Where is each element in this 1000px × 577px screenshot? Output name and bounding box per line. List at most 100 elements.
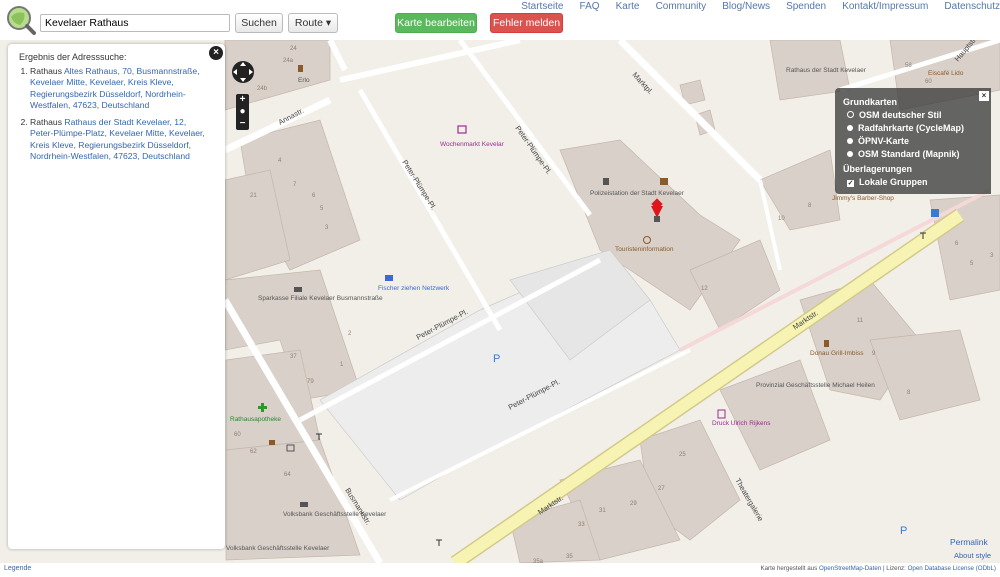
restaurant-icon	[824, 340, 829, 347]
radio-icon	[847, 111, 854, 118]
close-icon[interactable]: ×	[979, 91, 989, 101]
poi-label: Fischer ziehen Netzwerk	[378, 285, 450, 292]
attribution: Karte hergestellt aus OpenStreetMap-Date…	[760, 565, 996, 572]
poi-label: Provinzial Geschäftsstelle Michael Heile…	[756, 382, 875, 389]
permalink-link[interactable]: Permalink	[950, 537, 988, 547]
house-number: 31	[599, 508, 606, 514]
layer-option-label: OSM Standard (Mapnik)	[858, 149, 960, 159]
market-icon	[457, 125, 467, 134]
house-number: 62	[250, 449, 257, 455]
street-label: Peter-Plümpe-Pl.	[513, 124, 553, 176]
layer-option[interactable]: Radfahrkarte (CycleMap)	[847, 123, 964, 133]
poi-label: Jimmy's Barber-Shop	[832, 195, 894, 202]
odbl-link[interactable]: Open Database License (ODbL)	[908, 565, 996, 572]
result-type: Rathaus	[30, 117, 63, 128]
overlay-option[interactable]: ✓ Lokale Gruppen	[847, 177, 928, 187]
cafe-icon	[269, 440, 275, 445]
top-bar: Suchen Route ▾ Karte bearbeiten Fehler m…	[0, 0, 1000, 40]
legend-link[interactable]: Legende	[4, 565, 31, 572]
search-results-panel: Ergebnis der Adresssuche: × Rathaus Alte…	[8, 44, 225, 549]
checkbox-checked-icon: ✓	[847, 180, 854, 187]
base-layers-title: Grundkarten	[843, 97, 898, 107]
zoom-in-button[interactable]: +	[236, 94, 249, 106]
attribution-text: Karte hergestellt aus	[760, 565, 819, 572]
pan-control-icon[interactable]	[231, 60, 255, 84]
radio-icon	[847, 151, 853, 157]
house-number: 12	[701, 286, 708, 292]
poi-label: Sparkasse Filiale Kevelaer Busmannstraße	[258, 295, 383, 302]
nav-faq[interactable]: FAQ	[580, 1, 600, 12]
layer-option-label: ÖPNV-Karte	[858, 136, 910, 146]
overlay-layers-title: Überlagerungen	[843, 164, 913, 174]
parking-icon: P	[900, 525, 907, 537]
nav-startseite[interactable]: Startseite	[521, 1, 563, 12]
house-number: 24a	[283, 58, 294, 64]
poi-label: Rathausapotheke	[230, 416, 281, 423]
police-icon	[603, 178, 609, 185]
zoom-control: + ● −	[236, 94, 249, 130]
house-number: 11	[857, 318, 864, 324]
list-item: Rathaus Rathaus der Stadt Kevelaer, 12, …	[30, 117, 212, 162]
nav-datenschutz[interactable]: Datenschutz	[944, 1, 1000, 12]
house-number: 64	[284, 472, 291, 478]
search-input[interactable]	[40, 14, 230, 32]
fountain-icon	[385, 275, 393, 281]
toilets-icon	[660, 178, 668, 185]
route-dropdown-button[interactable]: Route ▾	[288, 13, 338, 33]
poi-label: Druck Ulrich Rijkens	[712, 420, 771, 427]
openstreetmap-logo[interactable]	[6, 5, 36, 35]
layer-option[interactable]: OSM Standard (Mapnik)	[847, 149, 960, 159]
house-number: 60	[925, 79, 932, 85]
house-number: 58	[905, 63, 912, 69]
poi-label: Erlo	[298, 77, 310, 84]
zoom-world-icon[interactable]: ●	[236, 106, 249, 118]
poi-label: Touristeninformation	[615, 246, 674, 253]
street-label: Peter-Plümpe-Pl.	[400, 158, 438, 211]
house-number: 79	[307, 379, 314, 385]
nav-karte[interactable]: Karte	[616, 1, 640, 12]
main-nav: Startseite FAQ Karte Community Blog/News…	[508, 0, 1000, 12]
poi-label: Rathaus der Stadt Kevelaer	[786, 67, 867, 74]
nav-spenden[interactable]: Spenden	[786, 1, 826, 12]
poi-label: Volksbank Geschäftsstelle Kevelaer	[283, 511, 387, 518]
edit-map-button[interactable]: Karte bearbeiten	[395, 13, 477, 33]
parking-icon: P	[493, 353, 500, 365]
house-number: 10	[778, 216, 785, 222]
house-number: 27	[658, 486, 665, 492]
layer-option-label: Radfahrkarte (CycleMap)	[858, 123, 965, 133]
result-type: Rathaus	[30, 66, 63, 76]
poi-label: Donau Grill-Imbiss	[810, 350, 864, 357]
layer-option[interactable]: OSM deutscher Stil	[847, 110, 942, 120]
radio-icon	[847, 138, 853, 144]
house-number: 37	[290, 354, 297, 360]
nav-community[interactable]: Community	[656, 1, 707, 12]
search-button[interactable]: Suchen	[235, 13, 283, 33]
house-number: 33	[578, 522, 585, 528]
list-item: Rathaus Altes Rathaus, 70, Busmannstraße…	[30, 66, 212, 111]
shop-icon	[717, 409, 726, 419]
bus-icon	[931, 209, 939, 217]
restaurant-icon	[298, 65, 303, 72]
nav-kontakt[interactable]: Kontakt/Impressum	[842, 1, 928, 12]
poi-label: Polizeistation der Stadt Kevelaer	[590, 190, 685, 197]
house-number: 35	[566, 554, 573, 560]
house-number: 60	[234, 432, 241, 438]
close-icon[interactable]: ×	[209, 46, 223, 60]
layer-option-label: OSM deutscher Stil	[859, 110, 942, 120]
zoom-out-button[interactable]: −	[236, 118, 249, 130]
sign-icon	[436, 539, 442, 546]
layer-option[interactable]: ÖPNV-Karte	[847, 136, 909, 146]
house-number: 29	[630, 501, 637, 507]
about-style-link[interactable]: About style	[954, 551, 991, 560]
poi-label: Wochenmarkt Kevelar	[440, 141, 505, 148]
house-number: 2	[348, 331, 352, 337]
nav-blog[interactable]: Blog/News	[722, 1, 770, 12]
house-number: 25	[679, 452, 686, 458]
layer-switcher: × Grundkarten OSM deutscher Stil Radfahr…	[835, 88, 991, 194]
house-number: 21	[250, 193, 257, 199]
report-error-button[interactable]: Fehler melden	[490, 13, 563, 33]
poi-label: Volksbank Geschäftsstelle Kevelaer	[226, 545, 330, 552]
house-number: 35a	[533, 559, 544, 563]
osm-data-link[interactable]: OpenStreetMap-Daten	[819, 565, 881, 572]
results-title: Ergebnis der Adresssuche:	[19, 52, 127, 62]
